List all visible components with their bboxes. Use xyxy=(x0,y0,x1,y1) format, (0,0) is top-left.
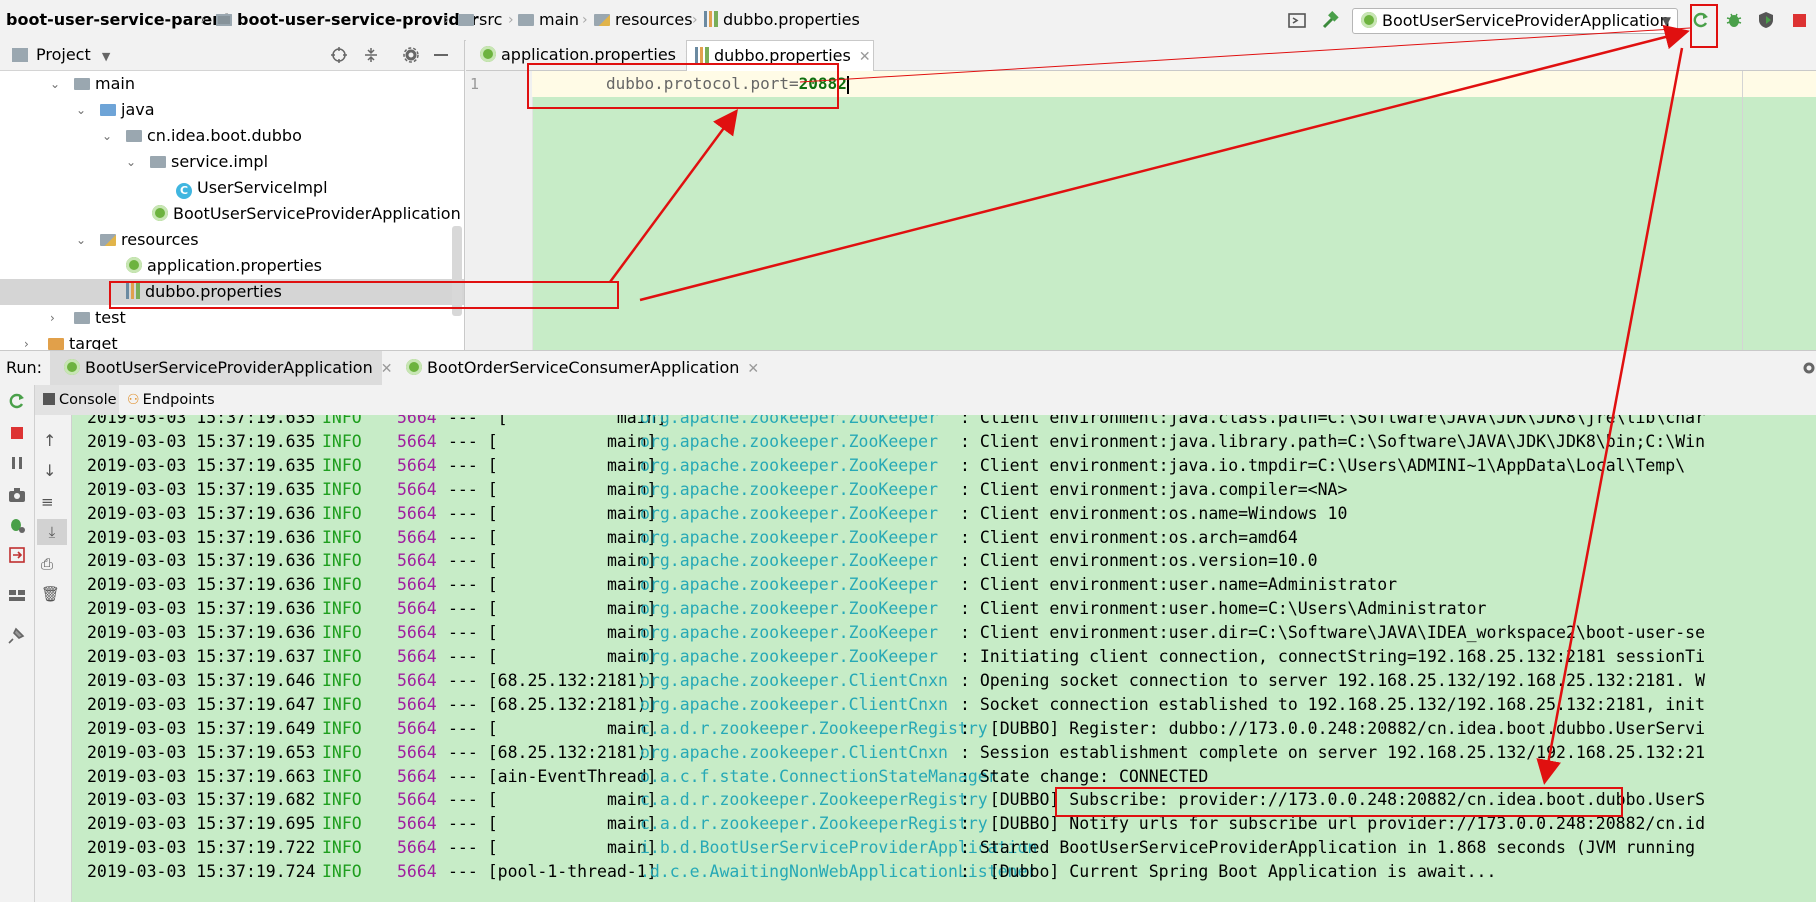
annotation-arrow-to-rerun xyxy=(639,24,1690,302)
annotation-arrows xyxy=(608,24,1691,785)
annotation-arrow-to-code xyxy=(608,108,738,283)
annotation-arrow-to-console xyxy=(1536,47,1684,785)
annotation-thin-line xyxy=(799,27,1691,83)
